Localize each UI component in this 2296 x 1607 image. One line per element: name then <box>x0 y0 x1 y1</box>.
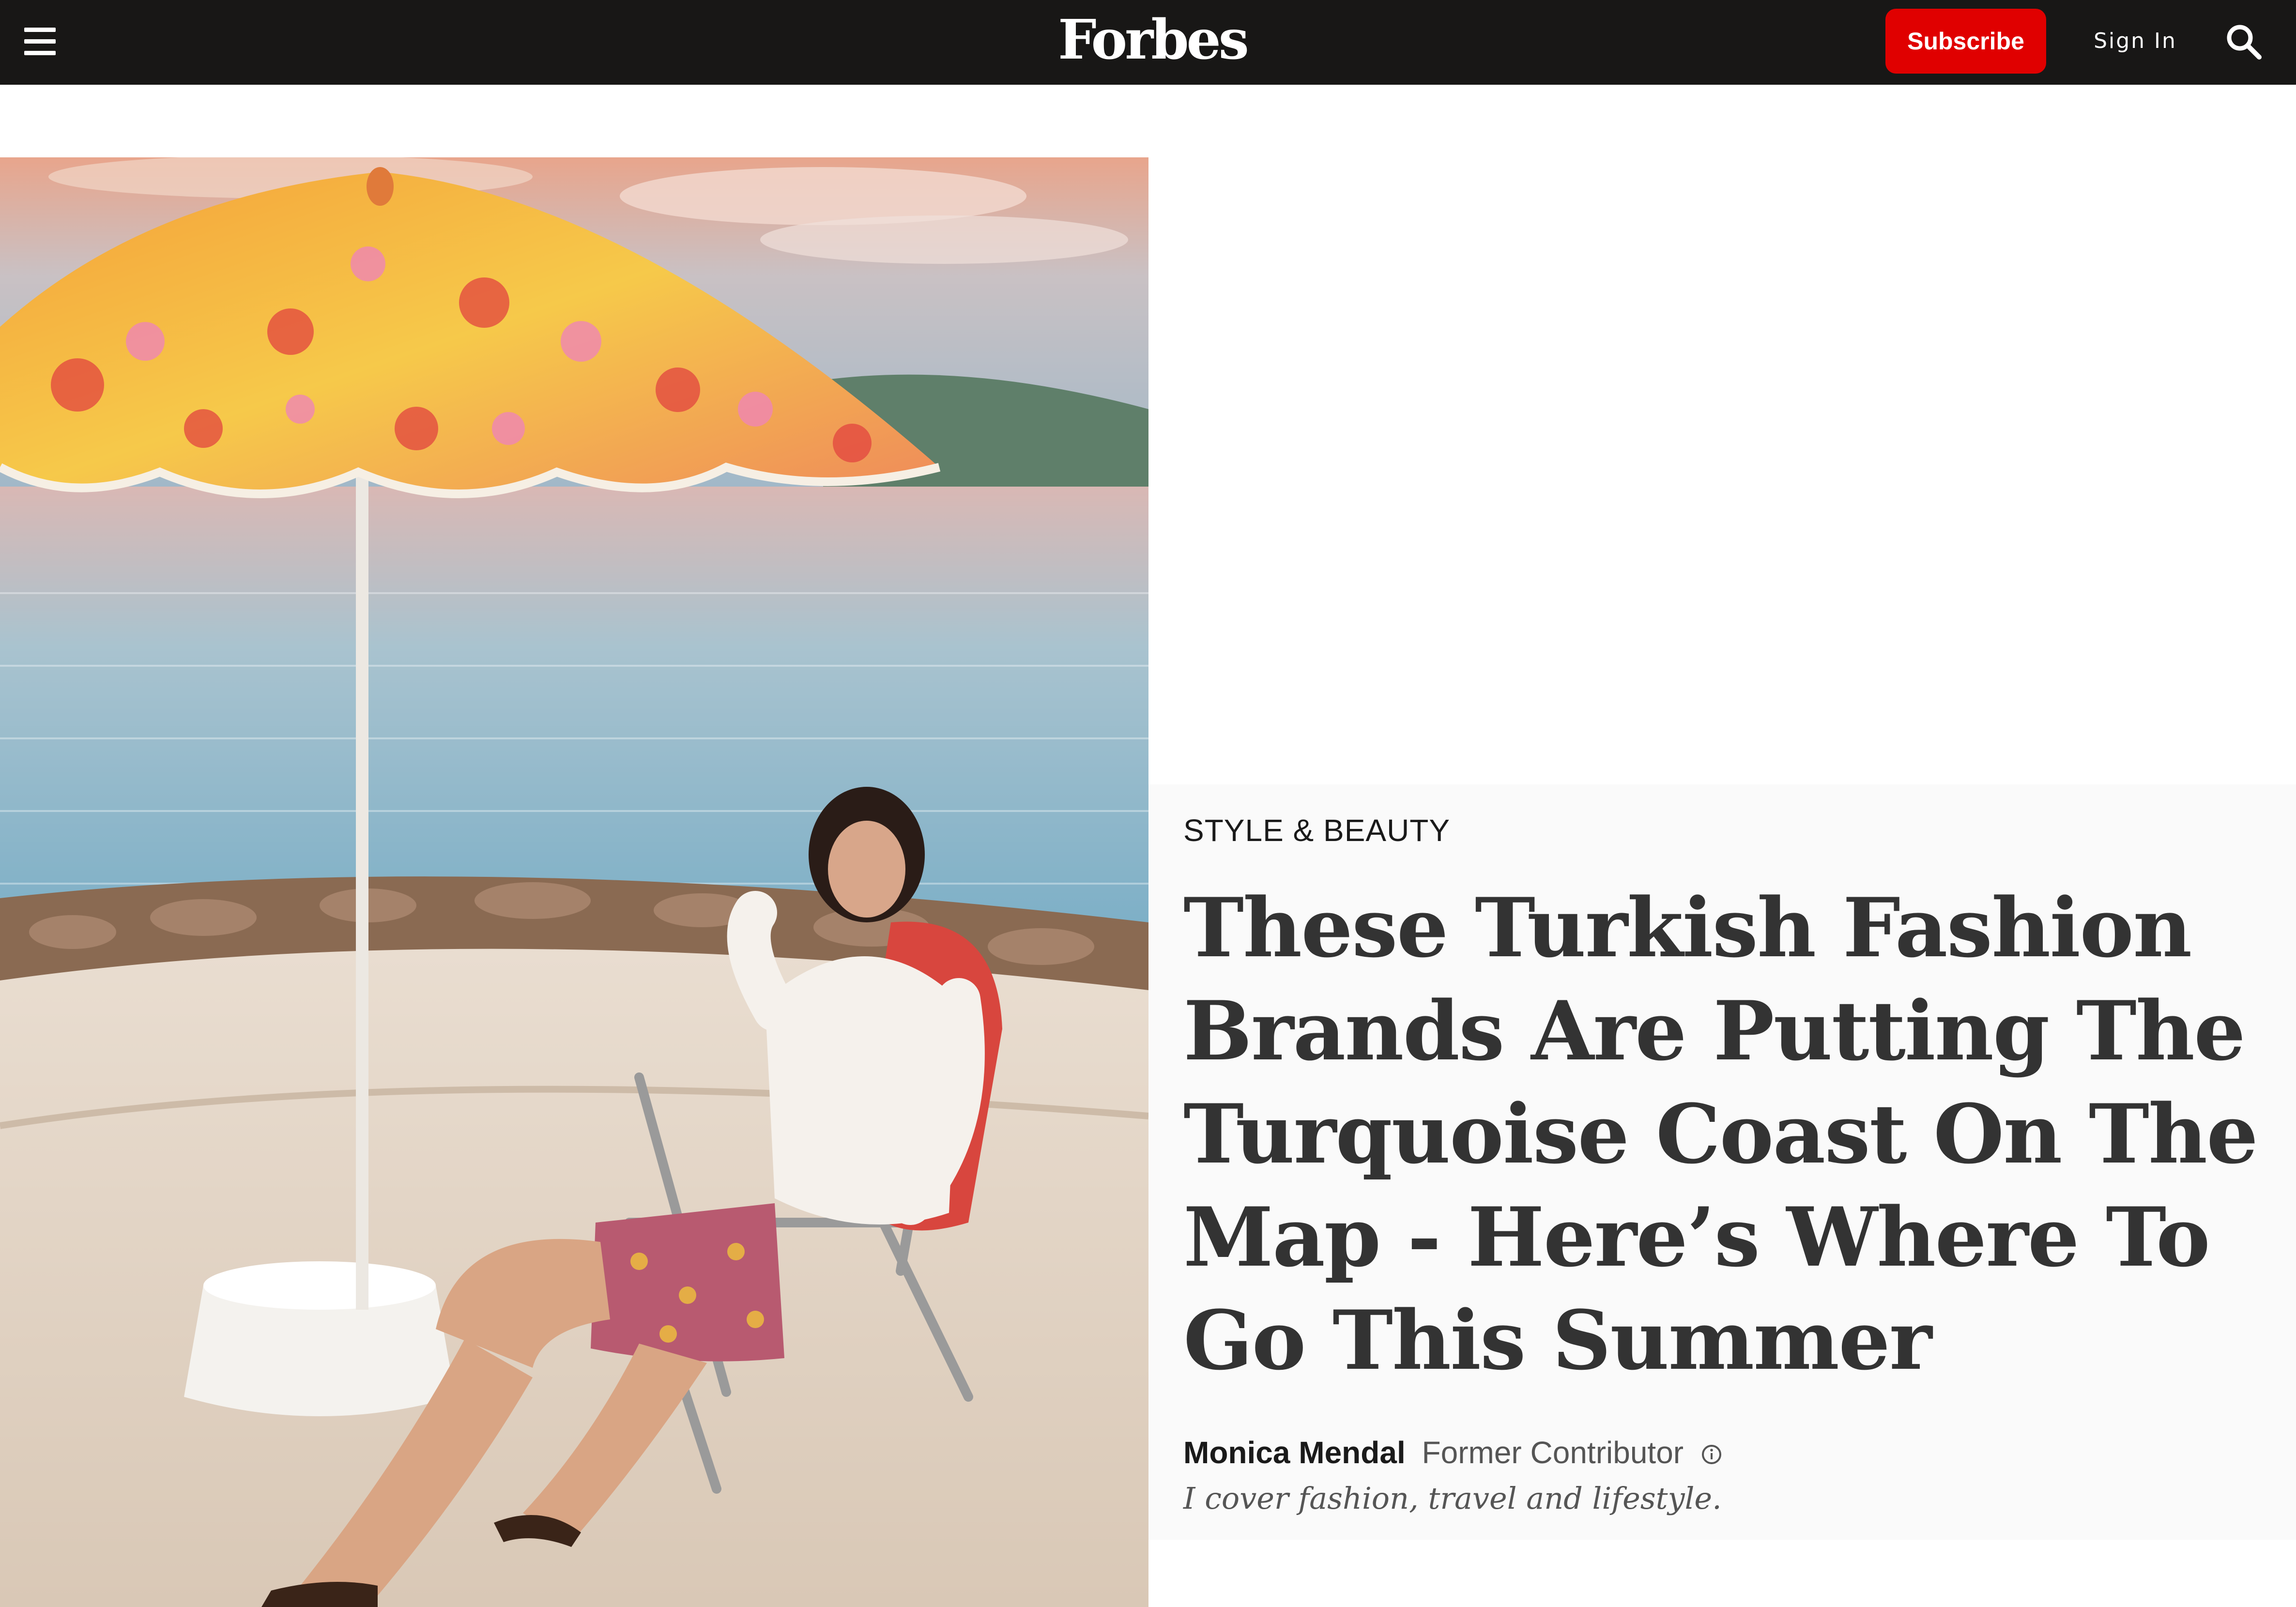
subscribe-button[interactable]: Subscribe <box>1885 9 2046 74</box>
article-headline: These Turkish Fashion Brands Are Putting… <box>1183 880 2258 1388</box>
search-icon[interactable] <box>2222 20 2266 64</box>
hamburger-menu-icon[interactable] <box>19 24 61 59</box>
forbes-logo[interactable]: Forbes <box>1056 4 1249 77</box>
byline: Monica Mendal Former Contributor <box>1183 1431 1722 1474</box>
category-link[interactable]: STYLE & BEAUTY <box>1183 806 1764 855</box>
top-navigation-bar: Forbes Subscribe Sign In <box>0 0 2296 85</box>
sign-in-link[interactable]: Sign In <box>2082 19 2189 63</box>
author-role: Former Contributor <box>1422 1435 1684 1470</box>
hero-image <box>0 157 1148 1607</box>
info-circle-icon[interactable] <box>1701 1433 1722 1464</box>
author-bio: I cover fashion, travel and lifestyle. <box>1183 1481 1722 1516</box>
author-name-link[interactable]: Monica Mendal <box>1183 1435 1406 1470</box>
